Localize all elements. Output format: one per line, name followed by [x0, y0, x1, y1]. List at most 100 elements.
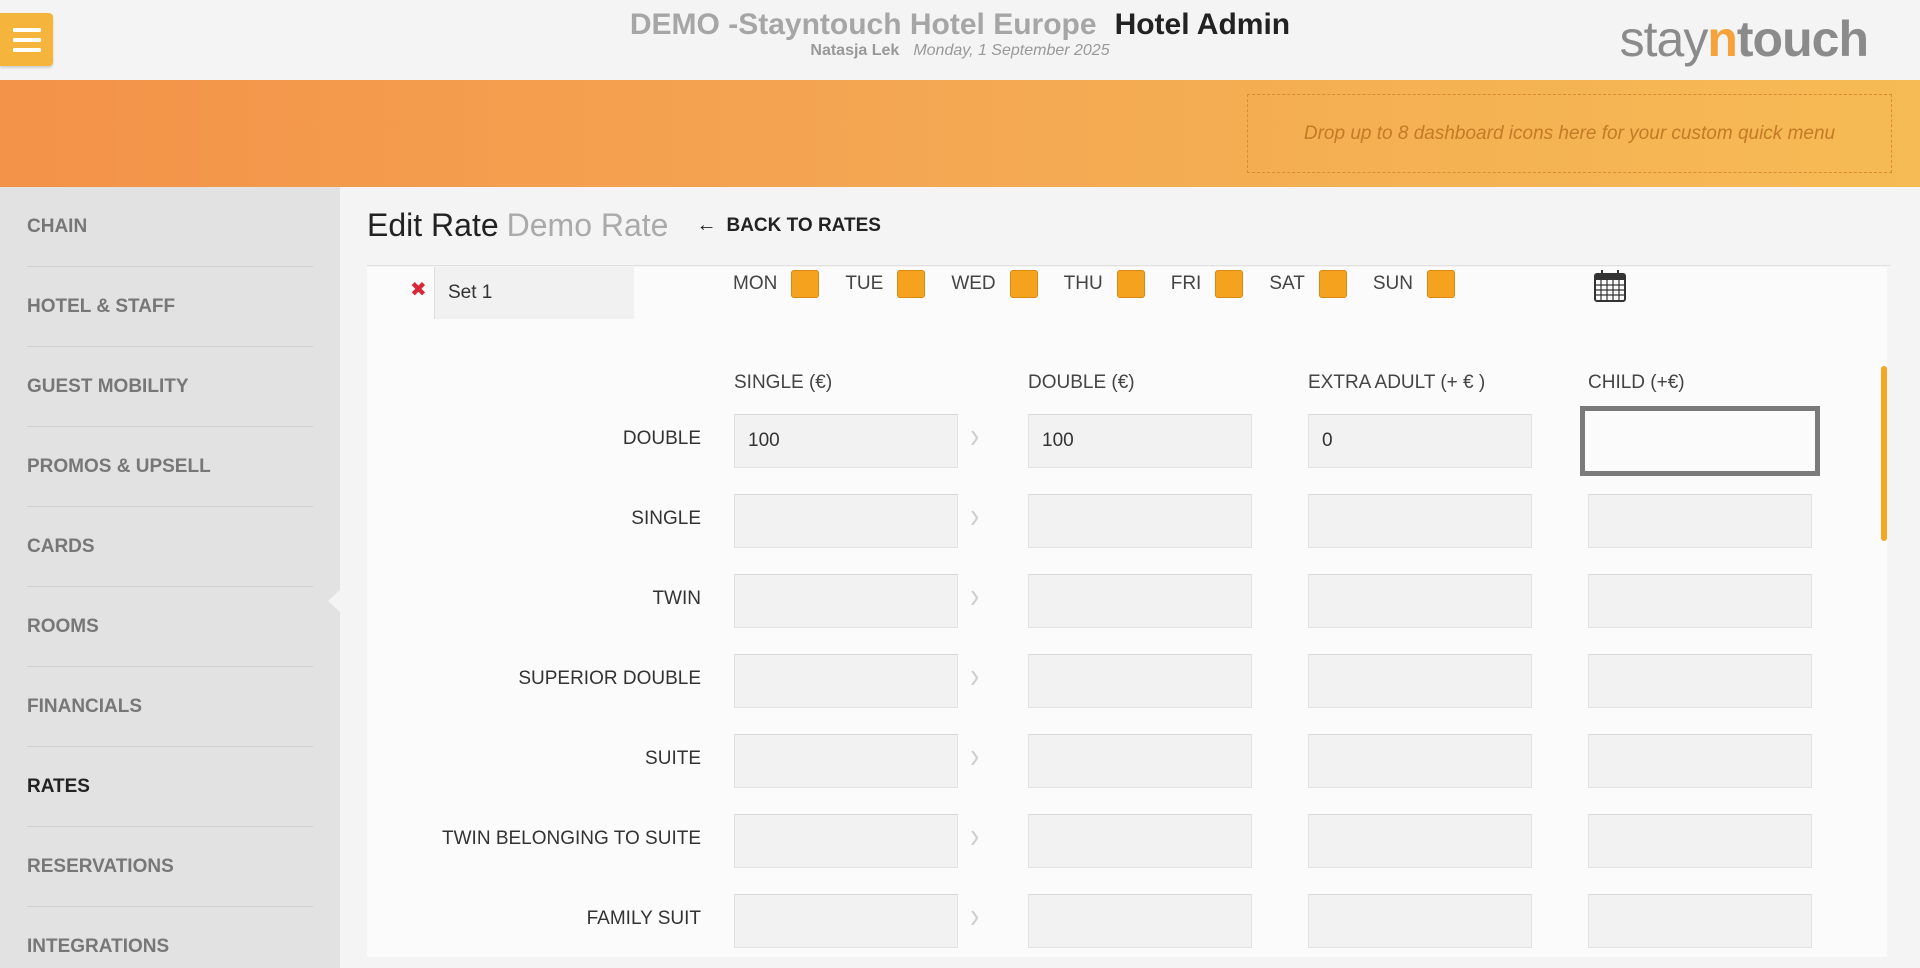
rate-input-extra-adult[interactable] — [1308, 654, 1532, 708]
rate-input-single[interactable] — [734, 894, 958, 948]
rate-input-extra-adult[interactable] — [1308, 574, 1532, 628]
rate-input-extra-adult[interactable] — [1308, 734, 1532, 788]
day-sat: SAT — [1269, 270, 1347, 298]
copy-arrow-icon[interactable]: › — [970, 655, 979, 697]
day-label: SUN — [1372, 273, 1413, 294]
copy-arrow-icon[interactable]: › — [970, 495, 979, 537]
top-bar: DEMO -Stayntouch Hotel Europe Hotel Admin… — [0, 0, 1920, 80]
column-header: CHILD (+€) — [1588, 372, 1685, 393]
divider — [367, 265, 1890, 266]
copy-arrow-icon[interactable]: › — [970, 895, 979, 937]
sidebar-item-hotel-staff[interactable]: HOTEL & STAFF — [27, 267, 313, 347]
back-to-rates-label: BACK TO RATES — [726, 214, 881, 236]
rate-input-double[interactable] — [1028, 734, 1252, 788]
rate-set-panel: ✖ Set 1 MON TUE WED THU FRI SAT SUN SINGLE (€)… — [367, 267, 1887, 957]
day-label: FRI — [1170, 273, 1202, 294]
rate-input-child[interactable] — [1588, 814, 1812, 868]
sidebar-item-chain[interactable]: CHAIN — [27, 187, 313, 267]
room-type-label: DOUBLE — [622, 428, 701, 449]
day-checkbox-sat[interactable] — [1318, 270, 1347, 298]
copy-arrow-icon[interactable]: › — [970, 735, 979, 777]
day-wed: WED — [951, 270, 1038, 298]
day-tue: TUE — [845, 270, 926, 298]
quick-menu-banner: Drop up to 8 dashboard icons here for yo… — [0, 80, 1920, 187]
day-checkbox-fri[interactable] — [1215, 270, 1244, 298]
arrow-left-icon: ← — [696, 214, 717, 236]
day-label: WED — [951, 273, 996, 294]
day-fri: FRI — [1171, 270, 1244, 298]
rate-input-single[interactable] — [734, 734, 958, 788]
room-type-label: SUPERIOR DOUBLE — [518, 668, 701, 689]
rate-input-child[interactable] — [1588, 734, 1812, 788]
day-label: MON — [733, 273, 778, 294]
hotel-name: DEMO -Stayntouch Hotel Europe — [629, 8, 1097, 41]
app-name: Hotel Admin — [1114, 8, 1291, 41]
sidebar-item-cards[interactable]: CARDS — [27, 507, 313, 587]
rate-input-double[interactable] — [1028, 494, 1252, 548]
rate-input-double[interactable] — [1028, 894, 1252, 948]
rate-name: Demo Rate — [506, 207, 669, 243]
day-checkbox-mon[interactable] — [791, 270, 820, 298]
sidebar-item-integrations[interactable]: INTEGRATIONS — [27, 907, 313, 968]
day-checkbox-thu[interactable] — [1116, 270, 1145, 298]
rate-input-single[interactable] — [734, 574, 958, 628]
copy-arrow-icon[interactable]: › — [970, 815, 979, 857]
rate-input-single[interactable] — [734, 494, 958, 548]
rate-input-extra-adult[interactable] — [1308, 494, 1532, 548]
rate-input-single[interactable] — [734, 654, 958, 708]
rate-input-extra-adult[interactable] — [1308, 814, 1532, 868]
sidebar-item-financials[interactable]: FINANCIALS — [27, 667, 313, 747]
sidebar-item-reservations[interactable]: RESERVATIONS — [27, 827, 313, 907]
column-header: SINGLE (€) — [734, 372, 833, 393]
copy-arrow-icon[interactable]: › — [970, 575, 979, 617]
rate-input-extra-adult[interactable] — [1308, 894, 1532, 948]
day-thu: THU — [1064, 270, 1145, 298]
sidebar-item-rooms[interactable]: ROOMS — [27, 587, 313, 667]
column-header: DOUBLE (€) — [1028, 372, 1135, 393]
day-label: TUE — [845, 273, 884, 294]
sidebar-item-rates[interactable]: RATES — [27, 747, 313, 827]
column-header: EXTRA ADULT (+ € ) — [1308, 372, 1486, 393]
sidebar-item-promos-upsell[interactable]: PROMOS & UPSELL — [27, 427, 313, 507]
room-type-label: FAMILY SUIT — [586, 908, 701, 929]
page-header: Edit Rate Demo Rate ← BACK TO RATES — [367, 207, 881, 244]
day-mon: MON — [733, 270, 820, 298]
remove-set-icon[interactable]: ✖ — [410, 277, 427, 302]
page-title: Edit Rate — [367, 207, 499, 243]
back-to-rates-link[interactable]: ← BACK TO RATES — [696, 214, 880, 237]
rate-input-child[interactable] — [1588, 654, 1812, 708]
rate-input-double[interactable] — [1028, 654, 1252, 708]
day-checkbox-tue[interactable] — [897, 270, 926, 298]
room-type-label: SINGLE — [631, 508, 701, 529]
room-type-label: TWIN — [652, 588, 701, 609]
sidebar: CHAIN HOTEL & STAFF GUEST MOBILITY PROMOS &… — [0, 187, 340, 968]
rate-input-child[interactable] — [1588, 894, 1812, 948]
rate-input-extra-adult[interactable] — [1308, 414, 1532, 468]
day-selector: MON TUE WED THU FRI SAT SUN — [733, 269, 1481, 299]
rate-input-single[interactable] — [734, 414, 958, 468]
main-content: Edit Rate Demo Rate ← BACK TO RATES ✖ Se… — [340, 187, 1920, 968]
room-type-label: SUITE — [645, 748, 701, 769]
rate-input-double[interactable] — [1028, 414, 1252, 468]
day-sun: SUN — [1373, 270, 1455, 298]
rate-input-child[interactable] — [1580, 406, 1820, 476]
rate-input-double[interactable] — [1028, 814, 1252, 868]
rate-input-single[interactable] — [734, 814, 958, 868]
room-type-label: TWIN BELONGING TO SUITE — [442, 828, 701, 849]
day-label: SAT — [1269, 273, 1305, 294]
rate-input-child[interactable] — [1588, 494, 1812, 548]
rate-input-double[interactable] — [1028, 574, 1252, 628]
stayntouch-logo: stayntouch — [1619, 11, 1869, 67]
copy-arrow-icon[interactable]: › — [970, 415, 979, 457]
user-name: Natasja Lek — [810, 42, 900, 59]
calendar-icon[interactable] — [1593, 269, 1627, 303]
rate-input-child[interactable] — [1588, 574, 1812, 628]
sidebar-item-guest-mobility[interactable]: GUEST MOBILITY — [27, 347, 313, 427]
quick-menu-dropzone[interactable]: Drop up to 8 dashboard icons here for yo… — [1247, 94, 1892, 173]
current-date: Monday, 1 September 2025 — [913, 42, 1110, 59]
scrollbar[interactable] — [1881, 366, 1887, 541]
day-label: THU — [1063, 273, 1103, 294]
day-checkbox-wed[interactable] — [1009, 270, 1038, 298]
set-name[interactable]: Set 1 — [434, 267, 634, 319]
day-checkbox-sun[interactable] — [1427, 270, 1455, 298]
